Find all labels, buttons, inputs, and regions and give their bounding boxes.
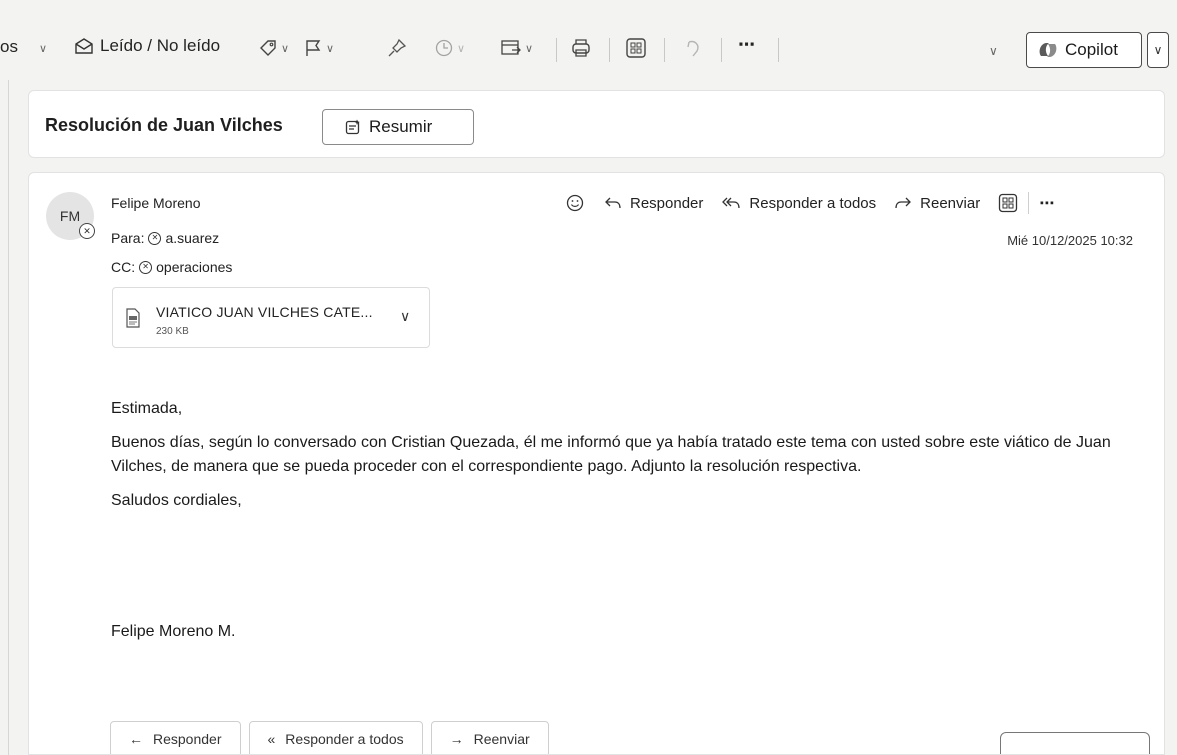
forward-icon: →: [449, 731, 464, 747]
forward-icon: [894, 196, 912, 210]
chevron-down-icon: ∨: [281, 42, 290, 55]
flag-icon: [303, 38, 323, 58]
summarize-icon: [345, 119, 361, 135]
body-greeting: Estimada,: [111, 400, 183, 417]
message-card: FM ✕ Felipe Moreno Para: ✕ a.suarez CC: …: [28, 172, 1165, 755]
message-subject: Resolución de Juan Vilches: [45, 115, 283, 135]
sender-name[interactable]: Felipe Moreno: [111, 195, 201, 211]
emoji-icon[interactable]: [566, 194, 584, 212]
reply-icon: [604, 196, 622, 210]
copilot-button[interactable]: Copilot: [1026, 32, 1142, 68]
reply-icon: ←: [129, 731, 143, 747]
pin-icon[interactable]: [387, 38, 407, 58]
chevron-down-icon: ∨: [525, 42, 534, 55]
reply-all-icon: [721, 196, 741, 210]
presence-blocked-icon: ✕: [79, 223, 95, 239]
avatar-initials: FM: [59, 208, 81, 224]
reply-button[interactable]: Responder: [604, 195, 703, 212]
copilot-label: Copilot: [1065, 40, 1118, 59]
message-body: Estimada, Buenos días, según lo conversa…: [111, 397, 1131, 523]
body-paragraph: Buenos días, según lo conversado con Cri…: [111, 434, 1111, 475]
bottom-forward-label: Reenviar: [473, 731, 530, 747]
cc-label: CC:: [111, 259, 136, 275]
forward-button[interactable]: Reenviar: [894, 195, 980, 212]
body-signature: Felipe Moreno M.: [111, 623, 236, 640]
pdf-file-icon: [125, 308, 141, 328]
envelope-open-icon: [74, 37, 94, 55]
presence-blocked-icon: ✕: [148, 231, 162, 245]
toolbar-truncated-label[interactable]: os: [0, 37, 18, 57]
summarize-label: Resumir: [369, 117, 433, 136]
read-unread-button[interactable]: Leído / No leído: [74, 36, 220, 56]
toolbar-divider: [556, 38, 557, 62]
bottom-forward-button[interactable]: → Reenviar: [430, 721, 549, 754]
apps-icon[interactable]: [998, 193, 1018, 213]
reply-all-icon: «: [267, 731, 276, 747]
reply-label: Responder: [630, 194, 704, 212]
toolbar-divider: [721, 38, 722, 62]
bottom-reply-all-label: Responder a todos: [285, 731, 404, 747]
body-closing: Saludos cordiales,: [111, 492, 242, 509]
snooze-button[interactable]: ∨: [434, 38, 465, 58]
reply-all-button[interactable]: Responder a todos: [721, 195, 876, 212]
toolbar-divider: [609, 38, 610, 62]
apps-icon[interactable]: [625, 37, 647, 59]
more-icon[interactable]: ⋯: [1039, 194, 1055, 212]
to-line: Para: ✕ a.suarez: [111, 230, 219, 246]
clock-icon: [434, 38, 454, 58]
actions-divider: [1028, 192, 1030, 214]
cc-line: CC: ✕ operaciones: [111, 259, 232, 275]
ribbon-toolbar: os ∨ Leído / No leído ∨ ∨ ∨ ∨ ⋯ ∨ Copilo…: [0, 24, 1177, 76]
bottom-reply-all-button[interactable]: « Responder a todos: [248, 721, 423, 754]
subject-header: Resolución de Juan Vilches Resumir: [28, 90, 1165, 158]
corner-button[interactable]: [1000, 732, 1150, 754]
categorize-button[interactable]: ∨: [258, 38, 289, 58]
to-recipient[interactable]: a.suarez: [165, 230, 219, 246]
tag-icon: [258, 38, 278, 58]
pane-divider: [8, 80, 9, 755]
chevron-down-icon: ∨: [326, 42, 335, 55]
more-icon[interactable]: ⋯: [738, 35, 756, 55]
bottom-reply-button[interactable]: ← Responder: [110, 721, 241, 754]
copilot-dropdown-button[interactable]: ∨: [1147, 32, 1169, 68]
undo-icon[interactable]: [683, 38, 703, 58]
attachment-size: 230 KB: [156, 326, 189, 337]
bottom-actions: ← Responder « Responder a todos → Reenvi…: [110, 721, 549, 754]
attachment-card[interactable]: VIATICO JUAN VILCHES CATE... 230 KB ∨: [112, 287, 430, 348]
message-actions: Responder Responder a todos Reenviar ⋯: [566, 190, 1055, 216]
chevron-down-icon[interactable]: ∨: [400, 308, 410, 325]
bottom-reply-label: Responder: [153, 731, 222, 747]
copilot-icon: [1037, 40, 1059, 60]
toolbar-divider: [664, 38, 665, 62]
chevron-down-icon: ∨: [1153, 43, 1163, 57]
chevron-down-icon[interactable]: ∨: [989, 44, 998, 58]
chevron-down-icon[interactable]: ∨: [39, 42, 47, 55]
move-icon: [500, 38, 522, 58]
forward-label: Reenviar: [920, 194, 981, 212]
summarize-button[interactable]: Resumir: [322, 109, 474, 145]
read-unread-label: Leído / No leído: [100, 36, 221, 55]
presence-blocked-icon: ✕: [139, 260, 153, 274]
cc-recipient[interactable]: operaciones: [156, 259, 232, 275]
reply-all-label: Responder a todos: [749, 194, 877, 212]
chevron-down-icon: ∨: [457, 42, 466, 55]
move-to-button[interactable]: ∨: [500, 38, 533, 58]
toolbar-divider: [778, 38, 779, 62]
attachment-name: VIATICO JUAN VILCHES CATE...: [156, 304, 373, 320]
message-datetime: Mié 10/12/2025 10:32: [1007, 233, 1133, 248]
flag-button[interactable]: ∨: [303, 38, 334, 58]
print-icon[interactable]: [570, 38, 592, 58]
to-label: Para:: [111, 230, 145, 246]
